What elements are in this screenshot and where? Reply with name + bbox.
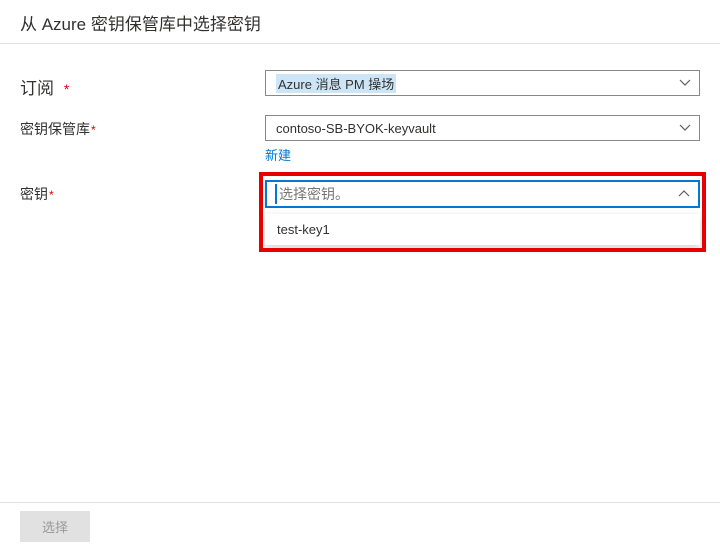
subscription-value: Azure 消息 PM 操场 (276, 74, 396, 93)
subscription-field: Azure 消息 PM 操场 (265, 70, 700, 96)
keyvault-field: contoso-SB-BYOK-keyvault 新建 (265, 115, 700, 164)
subscription-select[interactable]: Azure 消息 PM 操场 (265, 70, 700, 96)
divider (0, 43, 720, 44)
key-placeholder: 选择密钥。 (275, 184, 349, 204)
keyvault-select[interactable]: contoso-SB-BYOK-keyvault (265, 115, 700, 141)
form-area: 订阅 * Azure 消息 PM 操场 密钥保管库* contoso-SB-BY… (0, 70, 720, 245)
keyvault-value: contoso-SB-BYOK-keyvault (276, 121, 436, 136)
required-mark: * (91, 123, 96, 137)
key-label: 密钥 (20, 186, 48, 202)
key-row: 密钥* 选择密钥。 test-key1 (20, 180, 700, 245)
select-button[interactable]: 选择 (20, 511, 90, 542)
key-option[interactable]: test-key1 (265, 214, 700, 245)
key-label-col: 密钥* (20, 180, 265, 204)
chevron-up-icon (678, 188, 690, 200)
required-mark: * (64, 81, 69, 97)
blade-title: 从 Azure 密钥保管库中选择密钥 (0, 0, 720, 43)
create-new-link[interactable]: 新建 (265, 145, 700, 164)
subscription-label-col: 订阅 * (20, 70, 265, 99)
chevron-down-icon (679, 122, 691, 134)
footer: 选择 (0, 502, 720, 554)
keyvault-row: 密钥保管库* contoso-SB-BYOK-keyvault 新建 (20, 115, 700, 164)
chevron-down-icon (679, 77, 691, 89)
keyvault-label-col: 密钥保管库* (20, 115, 265, 139)
key-field: 选择密钥。 test-key1 (265, 180, 700, 245)
subscription-label: 订阅 (20, 79, 54, 98)
required-mark: * (49, 188, 54, 202)
keyvault-label: 密钥保管库 (20, 121, 90, 137)
subscription-row: 订阅 * Azure 消息 PM 操场 (20, 70, 700, 99)
key-dropdown-panel: test-key1 (265, 214, 700, 245)
key-select[interactable]: 选择密钥。 (265, 180, 700, 208)
